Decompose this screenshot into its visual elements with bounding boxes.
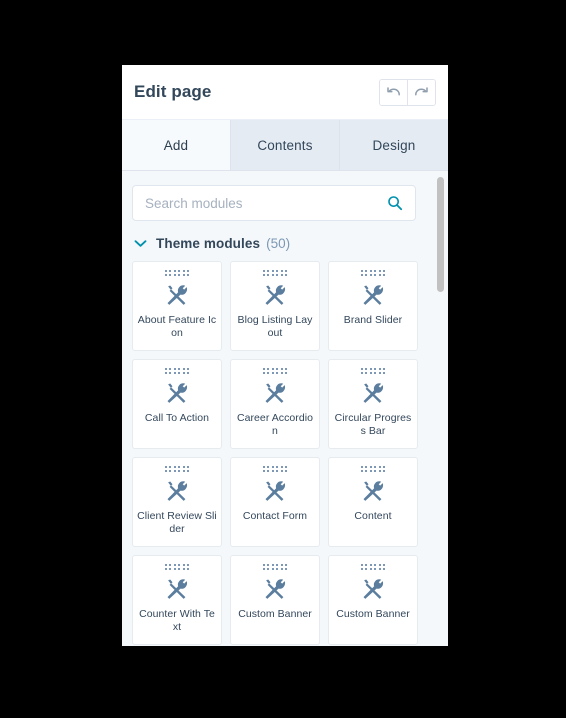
drag-handle-icon[interactable]: [262, 269, 288, 277]
module-label: Custom Banner: [336, 608, 410, 620]
page-title: Edit page: [134, 82, 212, 101]
module-grid: About Feature Icon Blog Listing Layout Bra…: [132, 261, 418, 645]
module-card[interactable]: Call To Action: [132, 359, 222, 449]
drag-handle-icon[interactable]: [164, 465, 190, 473]
module-card[interactable]: Brand Slider: [328, 261, 418, 351]
drag-handle-icon[interactable]: [164, 563, 190, 571]
module-card[interactable]: Blog Listing Layout: [230, 261, 320, 351]
tools-icon: [263, 478, 288, 504]
module-card[interactable]: Career Accordion: [230, 359, 320, 449]
module-label: About Feature Icon: [137, 314, 217, 339]
module-label: Content: [354, 510, 392, 522]
panel-tabbar: Add Contents Design: [122, 120, 448, 171]
drag-handle-icon[interactable]: [164, 269, 190, 277]
drag-handle-icon[interactable]: [360, 465, 386, 473]
tab-design[interactable]: Design: [340, 120, 448, 170]
drag-handle-icon[interactable]: [360, 367, 386, 375]
redo-icon: [414, 86, 429, 99]
history-button-group: [379, 78, 436, 106]
redo-button[interactable]: [407, 79, 435, 105]
tools-icon: [361, 282, 386, 308]
tab-contents[interactable]: Contents: [231, 120, 340, 170]
module-label: Counter With Text: [139, 608, 215, 633]
undo-button[interactable]: [380, 79, 407, 105]
tools-icon: [361, 478, 386, 504]
tools-icon: [165, 282, 190, 308]
module-card[interactable]: Custom Banner: [230, 555, 320, 645]
tools-icon: [361, 380, 386, 406]
module-card[interactable]: Contact Form: [230, 457, 320, 547]
module-label: Call To Action: [144, 412, 210, 424]
module-card[interactable]: Counter With Text: [132, 555, 222, 645]
search-input[interactable]: [145, 195, 387, 211]
scrollbar-thumb[interactable]: [437, 177, 444, 292]
module-label: Custom Banner: [238, 608, 312, 620]
module-card[interactable]: Custom Banner: [328, 555, 418, 645]
drag-handle-icon[interactable]: [262, 465, 288, 473]
undo-icon: [386, 86, 401, 99]
drag-handle-icon[interactable]: [360, 563, 386, 571]
chevron-down-icon: [134, 239, 147, 248]
module-card[interactable]: About Feature Icon: [132, 261, 222, 351]
theme-modules-section-header[interactable]: Theme modules (50): [132, 236, 438, 251]
drag-handle-icon[interactable]: [262, 367, 288, 375]
module-label: Client Review Slider: [137, 510, 217, 535]
module-card[interactable]: Client Review Slider: [132, 457, 222, 547]
panel-header: Edit page: [122, 65, 448, 120]
module-label: Contact Form: [242, 510, 308, 522]
tools-icon: [263, 576, 288, 602]
tools-icon: [165, 380, 190, 406]
drag-handle-icon[interactable]: [164, 367, 190, 375]
tools-icon: [165, 576, 190, 602]
drag-handle-icon[interactable]: [262, 563, 288, 571]
tools-icon: [263, 380, 288, 406]
section-count: (50): [266, 236, 291, 251]
tools-icon: [165, 478, 190, 504]
drag-handle-icon[interactable]: [360, 269, 386, 277]
tab-add[interactable]: Add: [122, 120, 231, 170]
section-title: Theme modules: [156, 236, 261, 251]
scrollbar-track[interactable]: [436, 171, 446, 646]
module-card[interactable]: Content: [328, 457, 418, 547]
module-label: Career Accordion: [236, 412, 314, 437]
module-label: Circular Progress Bar: [334, 412, 412, 437]
edit-page-panel: Edit page Add Contents Design Search mod…: [122, 65, 448, 646]
module-label: Blog Listing Layout: [237, 314, 313, 339]
module-label: Brand Slider: [343, 314, 403, 326]
tools-icon: [361, 576, 386, 602]
tools-icon: [263, 282, 288, 308]
search-field[interactable]: [132, 185, 416, 221]
module-card[interactable]: Circular Progress Bar: [328, 359, 418, 449]
search-icon[interactable]: [387, 195, 403, 211]
panel-scroll-body: Theme modules (50) About Feature Icon Blo…: [122, 171, 448, 646]
screen-background: Edit page Add Contents Design Search mod…: [0, 0, 566, 718]
